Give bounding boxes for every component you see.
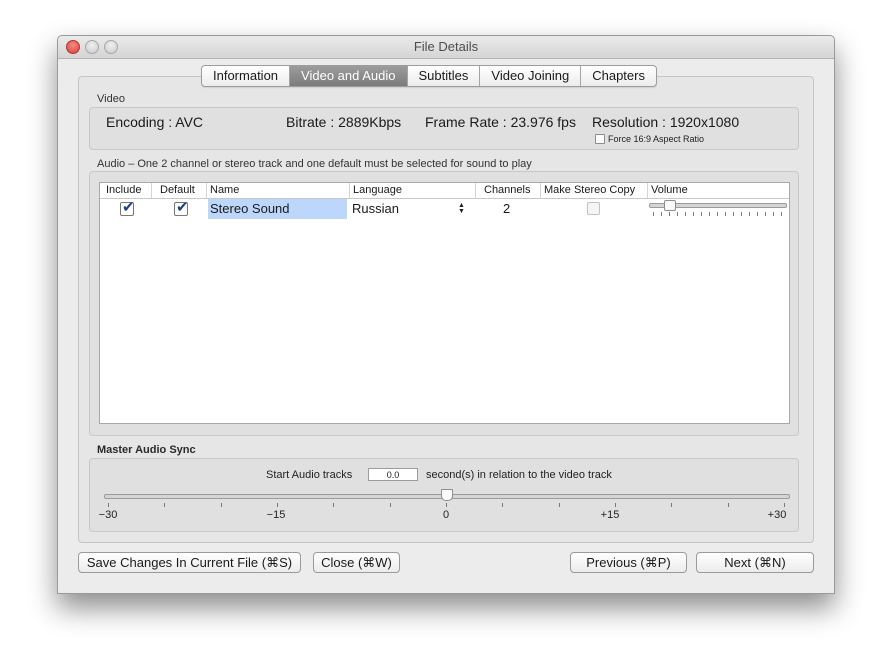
column-header-make-stereo-copy[interactable]: Make Stereo Copy: [540, 183, 647, 198]
volume-tick: [749, 212, 750, 216]
sync-tick: [277, 503, 278, 507]
volume-tick: [653, 212, 654, 216]
tab-video-and-audio[interactable]: Video and Audio: [290, 66, 408, 86]
volume-tick: [661, 212, 662, 216]
volume-slider-knob[interactable]: [664, 200, 677, 211]
tab-bar: Information Video and Audio Subtitles Vi…: [201, 65, 657, 87]
tab-video-joining[interactable]: Video Joining: [480, 66, 582, 86]
channels-value: 2: [503, 201, 511, 216]
volume-tick: [717, 212, 718, 216]
sync-tick: [727, 503, 729, 507]
sync-tick: [615, 503, 616, 507]
save-changes-button[interactable]: Save Changes In Current File (⌘S): [78, 552, 301, 573]
checkmark-icon: ✔: [122, 199, 135, 216]
make-stereo-copy-checkbox[interactable]: [587, 202, 600, 215]
audio-section-label: Audio – One 2 channel or stereo track an…: [97, 158, 532, 170]
sync-box: Start Audio tracks 0.0 second(s) in rela…: [89, 458, 799, 532]
column-header-include[interactable]: Include: [100, 183, 151, 198]
sync-tick: [220, 503, 222, 507]
volume-tick: [773, 212, 774, 216]
sync-scale-minus-15: −15: [266, 509, 286, 521]
table-header: Include Default Name Language Channels M…: [100, 183, 789, 199]
column-header-language[interactable]: Language: [349, 183, 475, 198]
volume-tick: [725, 212, 726, 216]
column-header-name[interactable]: Name: [206, 183, 349, 198]
sync-tick: [446, 503, 447, 507]
window-title: File Details: [413, 39, 479, 54]
volume-tick: [693, 212, 694, 216]
title-bar: File Details: [58, 36, 834, 59]
volume-tick: [677, 212, 678, 216]
volume-tick: [781, 212, 782, 216]
default-checkbox[interactable]: ✔: [174, 199, 189, 216]
include-checkbox[interactable]: ✔: [120, 199, 135, 216]
master-audio-sync-label: Master Audio Sync: [97, 444, 196, 456]
video-info-box: Encoding : AVC Bitrate : 2889Kbps Frame …: [89, 107, 799, 150]
sync-scale-min: −30: [98, 509, 118, 521]
encoding-value: Encoding : AVC: [106, 114, 204, 130]
column-header-volume[interactable]: Volume: [647, 183, 789, 198]
table-row[interactable]: ✔ ✔ Stereo Sound Russian ▲ ▼ 2: [100, 199, 789, 219]
volume-tick: [669, 212, 670, 216]
sync-scale-zero: 0: [442, 509, 450, 521]
volume-tick: [709, 212, 710, 216]
language-stepper-icon[interactable]: ▲ ▼: [458, 202, 465, 215]
sync-tick: [558, 503, 560, 507]
video-section-label: Video: [97, 93, 125, 105]
previous-button[interactable]: Previous (⌘P): [570, 552, 687, 573]
sync-prefix-label: Start Audio tracks: [266, 469, 353, 481]
tab-chapters[interactable]: Chapters: [581, 66, 656, 86]
sync-tick: [502, 503, 504, 507]
tab-subtitles[interactable]: Subtitles: [408, 66, 481, 86]
language-select[interactable]: Russian: [352, 199, 399, 219]
close-button[interactable]: Close (⌘W): [313, 552, 400, 573]
sync-tick: [164, 503, 166, 507]
sync-scale-plus-15: +15: [600, 509, 620, 521]
force-aspect-label: Force 16:9 Aspect Ratio: [608, 134, 705, 144]
volume-tick: [733, 212, 734, 216]
frame-rate-value: Frame Rate : 23.976 fps: [425, 114, 576, 130]
force-aspect-checkbox[interactable]: [595, 134, 605, 144]
volume-tick: [685, 212, 686, 216]
column-header-default[interactable]: Default: [151, 183, 206, 198]
sync-tick: [108, 503, 109, 507]
audio-tracks-table: Include Default Name Language Channels M…: [99, 182, 790, 424]
sync-tick: [389, 503, 391, 507]
sync-tick: [333, 503, 335, 507]
bitrate-value: Bitrate : 2889Kbps: [286, 114, 402, 130]
sync-tick: [784, 503, 785, 507]
sync-suffix-label: second(s) in relation to the video track: [426, 469, 612, 481]
sync-slider-knob[interactable]: [441, 489, 453, 501]
sync-scale-max: +30: [767, 509, 787, 521]
audio-box: Include Default Name Language Channels M…: [89, 171, 799, 436]
volume-tick: [701, 212, 702, 216]
force-aspect-option[interactable]: Force 16:9 Aspect Ratio: [595, 134, 704, 144]
track-name-field[interactable]: Stereo Sound: [208, 199, 347, 219]
resolution-value: Resolution : 1920x1080: [592, 114, 740, 130]
volume-tick: [765, 212, 766, 216]
file-details-window: File Details Information Video and Audio…: [57, 35, 835, 594]
sync-tick: [671, 503, 673, 507]
next-button[interactable]: Next (⌘N): [696, 552, 814, 573]
volume-tick: [741, 212, 742, 216]
sync-seconds-input[interactable]: 0.0: [368, 468, 418, 481]
tab-information[interactable]: Information: [202, 66, 291, 86]
column-header-channels[interactable]: Channels: [475, 183, 540, 198]
volume-tick: [757, 212, 758, 216]
checkmark-icon: ✔: [176, 199, 189, 216]
